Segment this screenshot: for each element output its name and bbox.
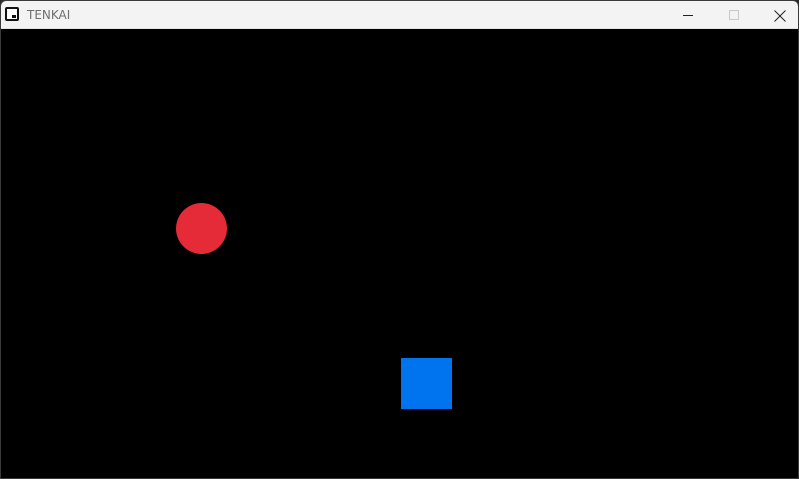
window-title: TENKAI [27, 8, 71, 22]
maximize-button[interactable] [711, 1, 757, 29]
close-icon [774, 10, 786, 22]
app-icon [5, 7, 19, 21]
close-button[interactable] [756, 1, 798, 29]
game-window: TENKAI [0, 0, 799, 479]
game-canvas[interactable] [1, 29, 798, 478]
red-ball [176, 203, 227, 254]
title-bar[interactable]: TENKAI [1, 1, 798, 29]
minimize-icon [683, 15, 693, 16]
maximize-icon [729, 10, 739, 20]
blue-square [401, 358, 452, 409]
minimize-button[interactable] [665, 1, 711, 29]
